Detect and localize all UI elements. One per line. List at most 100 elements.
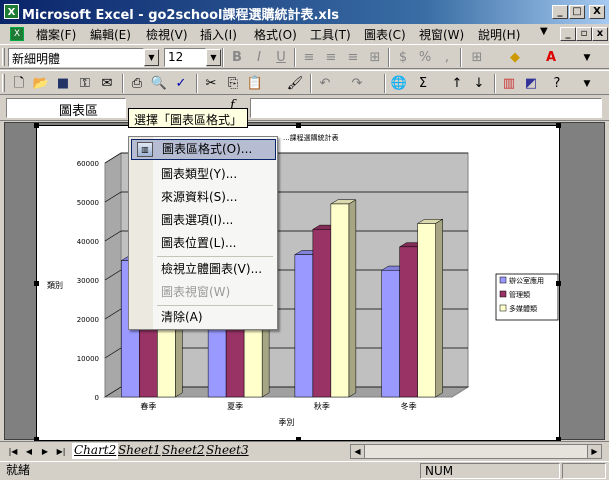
prev-sheet-icon[interactable]: ◀ [22,445,36,458]
copy-icon[interactable]: ⎘ [222,74,244,94]
email-icon[interactable]: ✉ [96,74,118,94]
menu-item-chart-type[interactable]: 圖表類型(Y)... [131,164,276,185]
sort-descending-icon[interactable]: ↓ [468,74,490,94]
menu-format[interactable]: 格式(O) [254,26,297,43]
menu-dropdown-icon[interactable]: ▼ [540,26,548,37]
status-empty [562,463,606,479]
toolbar-options-icon[interactable]: ▼ [576,48,598,68]
scroll-left-icon[interactable]: ◀ [351,445,365,458]
hyperlink-icon[interactable]: 🌐 [388,74,410,94]
menu-file[interactable]: 檔案(F) [36,26,76,43]
workbook-icon[interactable]: X [10,27,24,41]
open-icon[interactable]: 📂 [30,74,52,94]
selection-handle[interactable] [556,123,561,128]
toolbar-grip[interactable] [2,48,5,66]
toolbar-options-icon[interactable]: ▼ [576,74,598,94]
align-left-icon[interactable]: ≡ [298,48,320,68]
close-button[interactable]: X [589,5,605,19]
sort-ascending-icon[interactable]: ↑ [446,74,468,94]
menu-view[interactable]: 檢視(V) [146,26,188,43]
autosum-icon[interactable]: Σ [412,74,434,94]
drawing-icon[interactable]: ◩ [520,74,542,94]
doc-close-button[interactable]: x [592,27,608,41]
menu-edit[interactable]: 編輯(E) [90,26,131,43]
redo-icon[interactable]: ↷ [346,74,368,94]
excel-icon[interactable]: X [4,4,19,19]
selection-handle[interactable] [556,281,561,286]
paste-icon[interactable]: 📋 [244,74,266,94]
toolbar-grip[interactable] [2,74,5,92]
menu-tools[interactable]: 工具(T) [310,26,351,43]
comma-icon[interactable]: , [436,48,458,68]
print-icon[interactable]: ⎙ [126,74,148,94]
font-name-dropdown-icon[interactable]: ▼ [144,49,159,66]
selection-handle[interactable] [296,123,301,128]
next-sheet-icon[interactable]: ▶ [38,445,52,458]
italic-icon[interactable]: I [248,48,270,68]
borders-icon[interactable]: ⊞ [466,48,488,68]
first-sheet-icon[interactable]: |◀ [6,445,20,458]
format-painter-icon[interactable]: 🖌 [284,74,306,94]
font-color-icon[interactable]: A [540,48,562,68]
print-preview-icon[interactable]: 🔍 [148,74,170,94]
new-icon[interactable]: 🗋 [8,74,30,94]
undo-icon[interactable]: ↶ [314,74,336,94]
x-tick-label: 春季 [140,401,156,411]
menu-separator [157,256,273,257]
legend-swatch [499,304,507,312]
cut-icon[interactable]: ✂ [200,74,222,94]
menu-item-clear[interactable]: 清除(A) [131,307,276,328]
align-right-icon[interactable]: ≡ [342,48,364,68]
chart-area[interactable]: 0 10000 20000 30000 40000 50000 60000 春季 夏季 秋季 冬季季… [34,123,561,442]
menu-item-chart-options[interactable]: 圖表選項(I)... [131,210,276,231]
x-tick-label: 秋季 [314,401,330,411]
minimize-button[interactable]: _ [552,5,568,19]
save-icon[interactable]: ■ [52,74,74,94]
x-axis-label: 季別 [279,417,295,427]
chart-wizard-icon[interactable]: ▥ [498,74,520,94]
currency-icon[interactable]: $ [392,48,414,68]
scroll-right-icon[interactable]: ▶ [587,445,601,458]
formula-input[interactable] [250,98,602,118]
format-chart-area-icon: ▥ [137,142,153,157]
window-title: Microsoft Excel - go2school課程選購統計表.xls [22,8,340,23]
font-size-select[interactable]: 12 [164,48,206,67]
tab-sheet3[interactable]: Sheet3 [204,443,251,459]
last-sheet-icon[interactable]: ▶| [54,445,68,458]
menu-item-chart-window: 圖表視窗(W) [131,282,276,303]
permission-icon[interactable]: ⚿ [74,74,96,94]
y-tick-label: 30000 [77,277,99,285]
merge-center-icon[interactable]: ⊞ [364,48,386,68]
menu-window[interactable]: 視窗(W) [419,26,464,43]
menu-item-chart-location[interactable]: 圖表位置(L)... [131,233,276,254]
spelling-icon[interactable]: ✓ [170,74,192,94]
horizontal-scrollbar[interactable]: ◀ ▶ [350,444,602,459]
tab-chart2[interactable]: Chart2 [72,443,119,459]
name-box[interactable]: 圖表區 [6,98,126,119]
menu-item-format-chart-area[interactable]: ▥ 圖表區格式(O)... [131,139,276,160]
tab-sheet2[interactable]: Sheet2 [160,443,207,459]
status-text: 就緒 [6,463,31,477]
align-center-icon[interactable]: ≡ [320,48,342,68]
menu-item-3d-view[interactable]: 檢視立體圖表(V)... [131,259,276,280]
x-tick-label: 冬季 [401,401,417,411]
percent-icon[interactable]: % [414,48,436,68]
underline-icon[interactable]: U [270,48,292,68]
selection-handle[interactable] [34,281,39,286]
doc-minimize-button[interactable]: _ [560,27,576,41]
doc-restore-button[interactable]: ▫ [576,27,592,41]
bold-icon[interactable]: B [226,48,248,68]
selection-handle[interactable] [34,123,39,128]
font-name-select[interactable]: 新細明體 [8,48,144,67]
bar-side [348,199,357,398]
font-size-dropdown-icon[interactable]: ▼ [206,49,221,66]
menu-insert[interactable]: 插入(I) [200,26,237,43]
legend-label: 管理類 [509,290,530,299]
menu-item-source-data[interactable]: 來源資料(S)... [131,187,276,208]
tab-sheet1[interactable]: Sheet1 [116,443,163,459]
maximize-button[interactable]: □ [569,5,585,19]
fill-color-icon[interactable]: ◆ [504,48,526,68]
help-icon[interactable]: ? [546,74,568,94]
menu-help[interactable]: 說明(H) [478,26,520,43]
menu-chart[interactable]: 圖表(C) [364,26,406,43]
